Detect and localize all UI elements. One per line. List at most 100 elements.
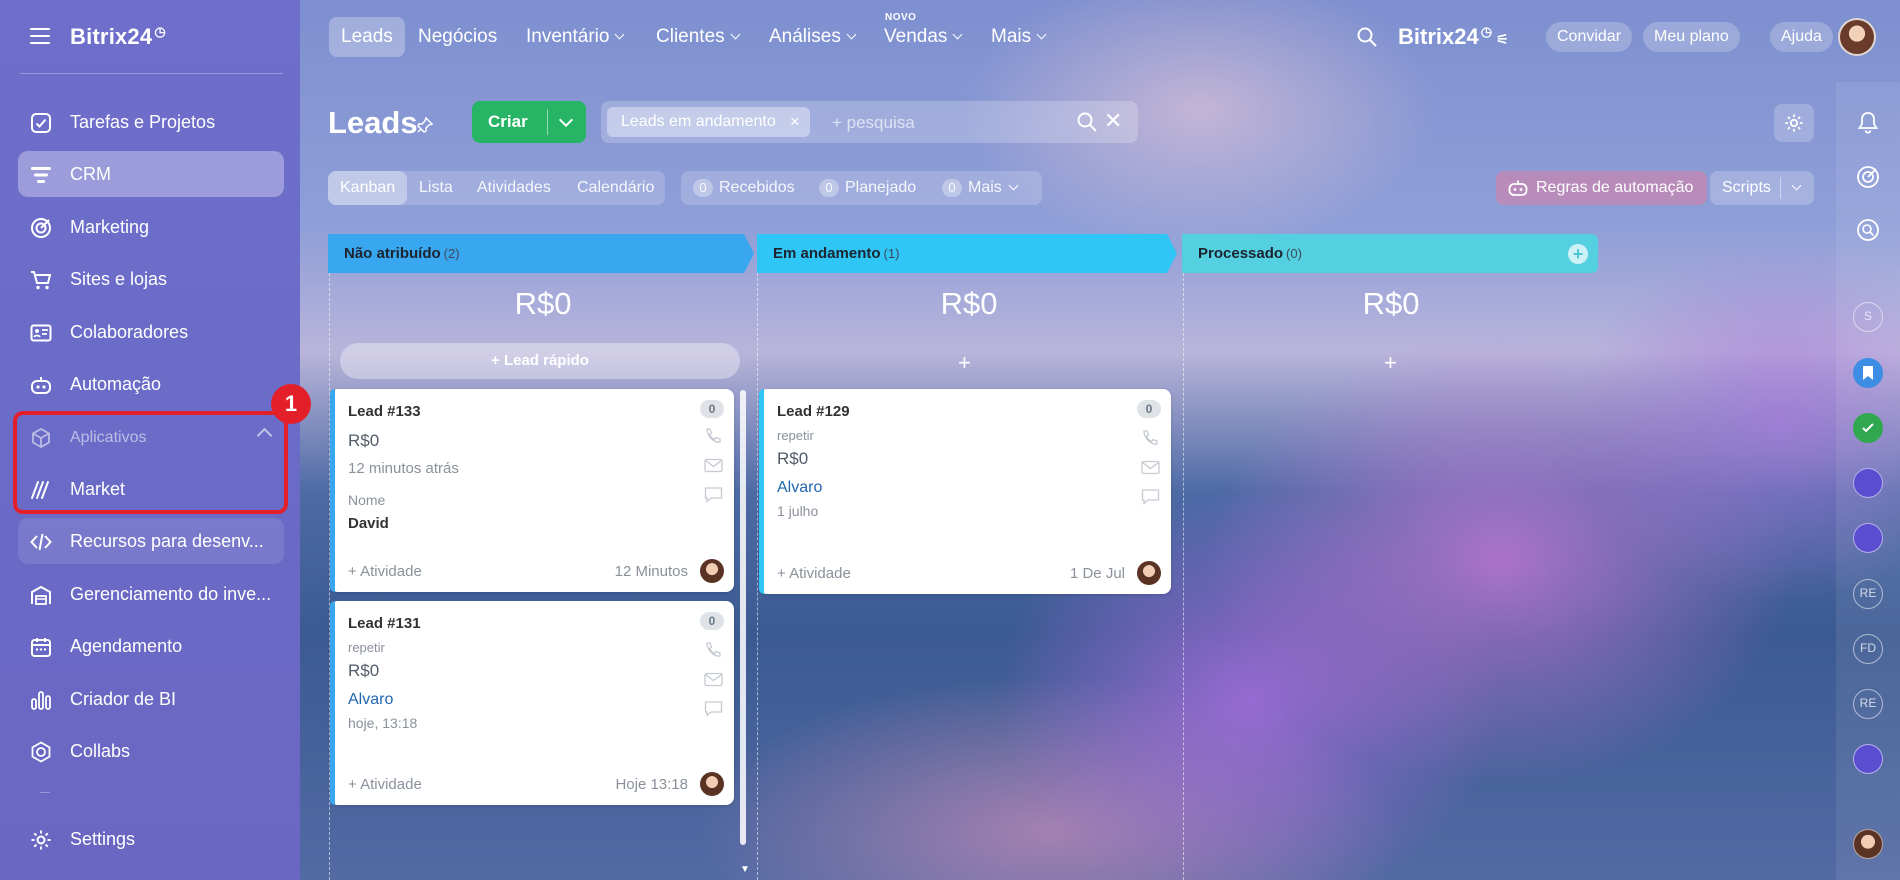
my-plan-button[interactable]: Meu plano: [1643, 22, 1740, 52]
tab-analytics[interactable]: Análises: [769, 17, 857, 57]
phone-icon[interactable]: [704, 427, 723, 444]
add-activity-link[interactable]: + Atividade: [348, 563, 422, 580]
counter-more[interactable]: 0 Mais: [942, 171, 1019, 205]
card-contact-link[interactable]: Alvaro: [777, 479, 822, 497]
copilot-icon[interactable]: [1855, 164, 1881, 190]
counter-planned[interactable]: 0 Planejado: [819, 171, 916, 205]
column-header-in-progress[interactable]: Em andamento (1): [757, 234, 1177, 273]
remove-filter-icon[interactable]: ×: [790, 107, 800, 137]
rail-contact-avatar[interactable]: RE: [1853, 689, 1883, 719]
bookmark-icon[interactable]: [1853, 358, 1883, 388]
sidebar-item-automation[interactable]: Automação: [18, 361, 284, 407]
sidebar-item-sites[interactable]: Sites e lojas: [18, 256, 284, 302]
close-icon[interactable]: ✕: [1104, 108, 1122, 134]
card-title[interactable]: Lead #131: [348, 615, 421, 632]
responsible-avatar[interactable]: [700, 772, 724, 796]
tasks-app-icon[interactable]: [1853, 413, 1883, 443]
rail-app-icon[interactable]: [1853, 744, 1883, 774]
tab-sales[interactable]: Vendas: [884, 17, 963, 57]
rail-app-icon[interactable]: [1853, 523, 1883, 553]
search-icon[interactable]: [1076, 111, 1098, 133]
rail-user-avatar[interactable]: [1853, 829, 1883, 859]
add-activity-link[interactable]: + Atividade: [348, 776, 422, 793]
bitrix24-header-logo[interactable]: Bitrix24 ◷ ⚟: [1398, 24, 1509, 50]
user-avatar[interactable]: [1838, 18, 1876, 56]
responsible-avatar[interactable]: [1137, 561, 1161, 585]
add-card-button[interactable]: +: [958, 350, 971, 376]
sidebar-item-dev-resources[interactable]: Recursos para desenv...: [18, 518, 284, 564]
tab-activities[interactable]: Atividades: [477, 171, 551, 205]
sidebar-item-bi-builder[interactable]: Criador de BI: [18, 676, 284, 722]
create-button[interactable]: Criar: [472, 101, 586, 143]
email-icon[interactable]: [704, 457, 723, 474]
sidebar-item-settings[interactable]: Settings: [18, 816, 284, 862]
sidebar-item-tasks[interactable]: Tarefas e Projetos: [18, 99, 284, 145]
sidebar-item-scheduling[interactable]: Agendamento: [18, 623, 284, 669]
tab-deals[interactable]: Negócios: [418, 17, 497, 57]
counter-received[interactable]: 0 Recebidos: [693, 171, 795, 205]
phone-icon[interactable]: [1141, 429, 1160, 446]
sidebar-item-employees[interactable]: Colaboradores: [18, 309, 284, 355]
search-icon[interactable]: [1356, 26, 1378, 48]
lead-card[interactable]: Lead #133 0 R$0 12 minutos atrás Nome Da…: [330, 389, 734, 592]
chevron-down-icon[interactable]: [558, 112, 574, 128]
column-scrollbar[interactable]: [740, 390, 746, 845]
quick-lead-button[interactable]: + Lead rápido: [340, 343, 740, 379]
tab-inventory[interactable]: Inventário: [526, 17, 625, 57]
counter-label: Mais: [968, 179, 1002, 196]
tab-list[interactable]: Lista: [419, 171, 453, 205]
scroll-down-arrow-icon[interactable]: ▼: [740, 864, 750, 875]
settings-sliders-icon[interactable]: ⚟: [1496, 31, 1509, 47]
email-icon[interactable]: [1141, 459, 1160, 476]
email-icon[interactable]: [704, 671, 723, 688]
tab-calendar[interactable]: Calendário: [577, 171, 654, 205]
bitrix24-logo[interactable]: Bitrix24 ◷: [70, 24, 166, 50]
tab-more[interactable]: Mais: [991, 17, 1047, 57]
tab-clients[interactable]: Clientes: [656, 17, 741, 57]
rail-contact-avatar[interactable]: RE: [1853, 579, 1883, 609]
settings-button[interactable]: [1774, 104, 1814, 142]
add-column-icon[interactable]: +: [1568, 244, 1588, 264]
lead-card[interactable]: Lead #129 0 repetir R$0 Alvaro 1 julho +…: [759, 389, 1171, 594]
bell-icon[interactable]: [1855, 110, 1881, 136]
tab-leads[interactable]: Leads: [329, 17, 405, 57]
counter-label: Planejado: [845, 179, 917, 196]
tab-kanban[interactable]: Kanban: [328, 171, 408, 205]
rail-app-icon[interactable]: [1853, 468, 1883, 498]
chat-icon[interactable]: [704, 700, 723, 717]
card-contact-link[interactable]: Alvaro: [348, 691, 393, 709]
scripts-button[interactable]: Scripts: [1710, 171, 1814, 205]
sidebar-item-collabs[interactable]: Collabs: [18, 728, 284, 774]
sidebar-item-crm[interactable]: CRM: [18, 151, 284, 197]
rail-contact-avatar[interactable]: S: [1853, 302, 1883, 332]
clock-icon: ◷: [154, 24, 166, 39]
chat-icon[interactable]: [1141, 488, 1160, 505]
sidebar-item-label: Tarefas e Projetos: [70, 112, 216, 132]
step-number-badge: 1: [271, 384, 311, 424]
rail-contact-avatar[interactable]: FD: [1853, 634, 1883, 664]
card-title[interactable]: Lead #133: [348, 403, 421, 420]
lead-card[interactable]: Lead #131 0 repetir R$0 Alvaro hoje, 13:…: [330, 601, 734, 805]
column-count: (2): [443, 246, 460, 261]
add-activity-link[interactable]: + Atividade: [777, 565, 851, 582]
help-button[interactable]: Ajuda: [1770, 22, 1833, 52]
hamburger-menu-icon[interactable]: [30, 28, 50, 44]
chat-icon[interactable]: [704, 486, 723, 503]
column-header-unassigned[interactable]: Não atribuído (2): [328, 234, 754, 273]
phone-icon[interactable]: [704, 641, 723, 658]
card-title[interactable]: Lead #129: [777, 403, 850, 420]
column-header-processed[interactable]: Processado (0) +: [1182, 234, 1598, 273]
chat-search-icon[interactable]: [1855, 217, 1881, 243]
pin-icon[interactable]: [416, 116, 434, 134]
responsible-avatar[interactable]: [700, 559, 724, 583]
sidebar-item-inventory[interactable]: Gerenciamento do inve...: [18, 571, 284, 617]
invite-button[interactable]: Convidar: [1546, 22, 1633, 52]
search-input[interactable]: [830, 107, 1064, 139]
automation-rules-button[interactable]: Regras de automação: [1496, 171, 1708, 205]
chevron-down-icon[interactable]: [1791, 180, 1802, 191]
add-card-button[interactable]: +: [1384, 350, 1397, 376]
tab-label: Mais: [991, 26, 1032, 47]
filter-chip[interactable]: Leads em andamento ×: [607, 107, 810, 137]
filter-search-box[interactable]: Leads em andamento × ✕: [601, 101, 1138, 143]
sidebar-item-marketing[interactable]: Marketing: [18, 204, 284, 250]
